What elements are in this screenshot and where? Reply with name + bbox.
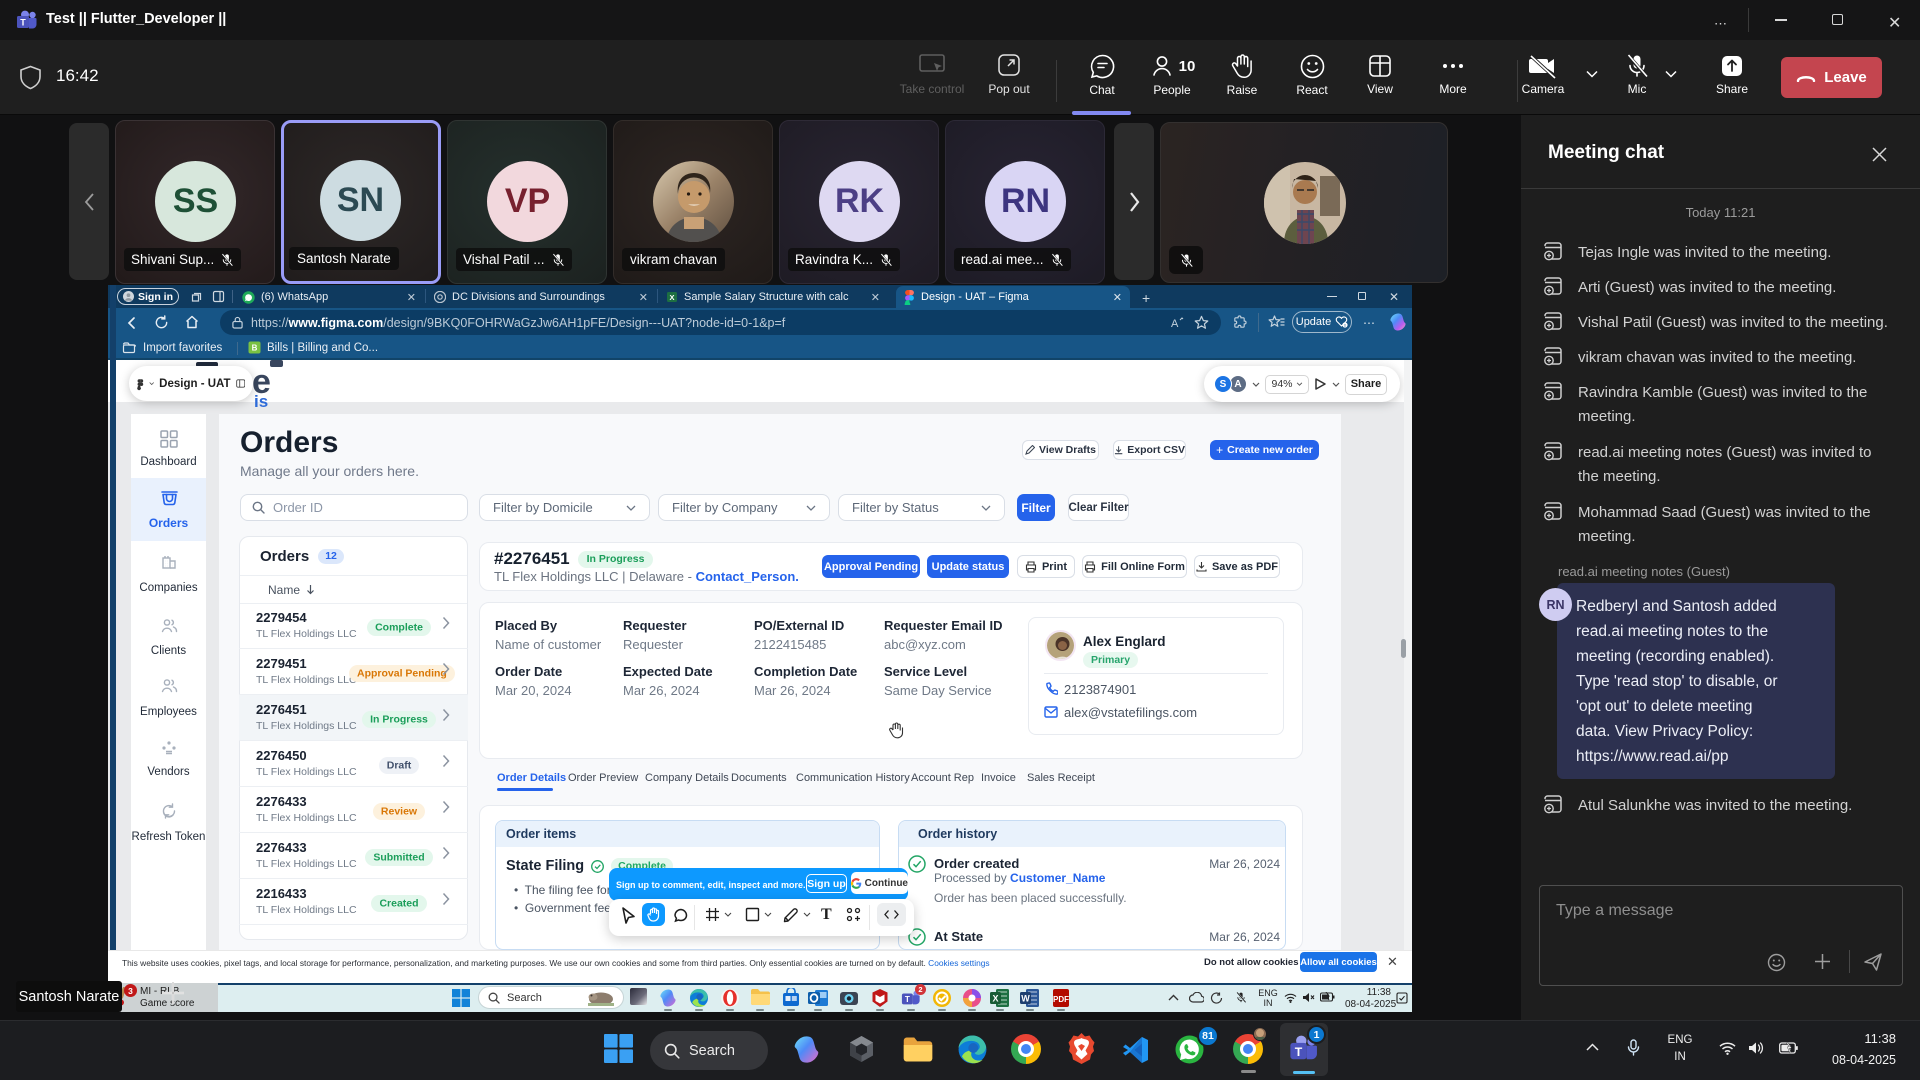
svg-text:T: T <box>905 995 910 1004</box>
svg-text:T: T <box>1295 1045 1303 1059</box>
svg-text:B: B <box>252 344 258 353</box>
svg-text:X: X <box>669 293 674 302</box>
svg-text:T: T <box>20 18 26 28</box>
svg-text:PDF: PDF <box>1053 995 1069 1004</box>
svg-text:X: X <box>992 994 998 1004</box>
svg-text:A: A <box>1171 318 1179 329</box>
svg-text:W: W <box>1021 994 1030 1004</box>
